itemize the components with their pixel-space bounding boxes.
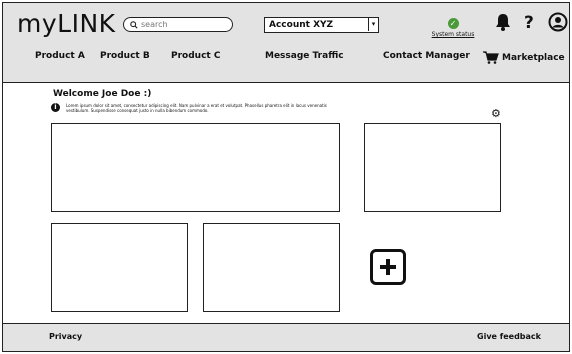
bell-icon[interactable]	[495, 13, 511, 31]
info-icon: i	[51, 103, 60, 112]
search-input[interactable]	[141, 20, 221, 29]
check-icon: ✓	[447, 18, 459, 29]
nav-contact-manager[interactable]: Contact Manager	[383, 51, 470, 61]
search-box[interactable]	[123, 17, 233, 32]
app-window: myLINK Account XYZ ▾ ✓ System status ?	[2, 2, 570, 352]
help-icon[interactable]: ?	[524, 13, 534, 33]
account-select[interactable]: Account XYZ ▾	[264, 17, 379, 33]
system-status-link[interactable]: System status	[423, 31, 483, 38]
search-icon	[130, 20, 138, 29]
info-text: Lorem ipsum dolor sit amet, consectetur …	[66, 103, 327, 113]
feedback-link[interactable]: Give feedback	[477, 332, 541, 341]
nav-product-c[interactable]: Product C	[171, 51, 220, 61]
system-status[interactable]: ✓ System status	[423, 11, 483, 38]
info-banner: i Lorem ipsum dolor sit amet, consectetu…	[51, 103, 336, 113]
nav-product-a[interactable]: Product A	[35, 51, 85, 61]
header: myLINK Account XYZ ▾ ✓ System status ?	[3, 3, 569, 83]
footer: Privacy Give feedback	[3, 323, 569, 351]
widget-panel-large[interactable]	[51, 123, 340, 212]
main-nav: Product A Product B Product C Message Tr…	[3, 51, 569, 71]
chevron-down-icon: ▾	[368, 18, 378, 31]
add-widget-button[interactable]	[370, 249, 406, 285]
widget-panel-bottom-left[interactable]	[51, 223, 188, 312]
widget-panel-bottom-middle[interactable]	[203, 223, 340, 312]
privacy-link[interactable]: Privacy	[49, 332, 82, 341]
logo: myLINK	[17, 9, 116, 38]
nav-marketplace[interactable]: Marketplace	[483, 51, 565, 64]
nav-message-traffic[interactable]: Message Traffic	[265, 51, 344, 61]
widget-panel-right[interactable]	[364, 123, 501, 212]
user-icon[interactable]	[548, 12, 568, 32]
gear-icon[interactable]: ⚙	[491, 107, 501, 120]
welcome-heading: Welcome Joe Doe :)	[53, 89, 152, 99]
nav-product-b[interactable]: Product B	[100, 51, 150, 61]
account-select-value: Account XYZ	[269, 20, 334, 30]
cart-icon	[483, 51, 499, 64]
nav-marketplace-label: Marketplace	[502, 52, 565, 63]
